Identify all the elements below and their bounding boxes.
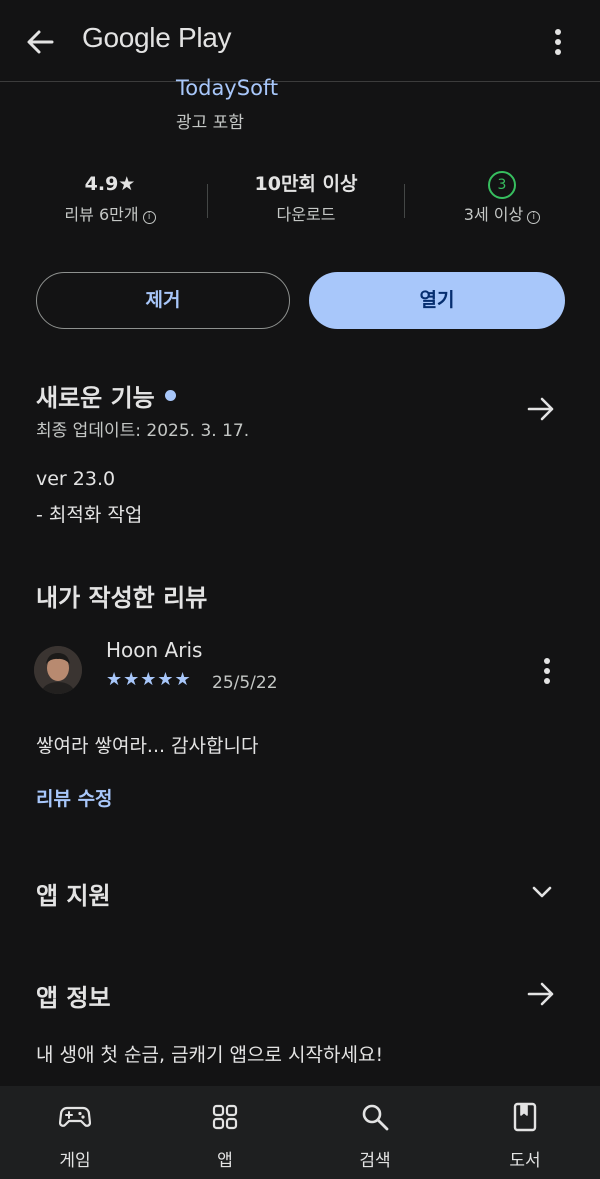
uninstall-button[interactable]: 제거 [36,272,290,329]
app-stats: 4.9★ 리뷰 6만개 i 10만회 이상 다운로드 3 3세 이상 i [0,166,600,236]
app-support-title[interactable]: 앱 지원 [36,876,111,911]
downloads-stat: 10만회 이상 다운로드 [226,166,386,228]
reviews-count-label: 리뷰 6만개 [64,205,139,224]
nav-item-games[interactable]: 게임 [0,1086,150,1179]
arrow-forward-icon[interactable] [524,977,558,1011]
chevron-down-icon[interactable] [526,876,558,908]
edit-review-link[interactable]: 리뷰 수정 [36,784,113,811]
avatar [34,646,82,694]
review-date: 25/5/22 [212,673,278,693]
nav-item-apps[interactable]: 앱 [150,1086,300,1179]
whats-new-section[interactable]: 새로운 기능 [36,378,176,413]
open-button[interactable]: 열기 [309,272,565,329]
back-arrow-icon[interactable] [22,24,58,60]
age-rating-label: 3세 이상 [463,205,524,224]
apps-grid-icon [209,1102,241,1132]
nav-item-books[interactable]: 도서 [450,1086,600,1179]
my-review-title: 내가 작성한 리뷰 [36,584,208,612]
more-vert-icon[interactable] [534,654,560,688]
book-icon [509,1102,541,1132]
nav-label: 게임 [59,1151,91,1171]
info-icon: i [527,211,541,224]
star-rating: ★★★★★ [106,669,192,690]
rating-value: 4.9★ [84,173,136,195]
reviewer-name: Hoon Aris [106,638,203,662]
bottom-navigation: 게임 앱 검색 도서 [0,1086,600,1179]
release-note-line: ver 23.0 [36,468,116,490]
downloads-label: 다운로드 [276,205,336,224]
nav-label: 앱 [217,1151,233,1171]
release-note-line: - 최적화 작업 [36,504,143,526]
last-updated-text: 최종 업데이트: 2025. 3. 17. [36,421,250,441]
developer-link[interactable]: TodaySoft [176,76,278,100]
new-indicator-dot [164,390,176,401]
app-description: 내 생애 첫 순금, 금캐기 앱으로 시작하세요! [36,1044,384,1066]
more-vert-icon[interactable] [542,24,574,60]
age-rating-badge: 3 [488,170,516,199]
arrow-forward-icon[interactable] [524,392,558,426]
rating-stat[interactable]: 4.9★ 리뷰 6만개 i [40,166,180,228]
app-info-title[interactable]: 앱 정보 [36,978,111,1013]
review-text: 쌓여라 쌓여라... 감사합니다 [36,735,259,757]
divider [207,184,208,218]
downloads-value: 10만회 이상 [254,173,358,195]
gamepad-icon [58,1102,92,1132]
info-icon: i [142,211,156,224]
search-icon [359,1102,391,1132]
whats-new-title: 새로운 기능 [36,384,155,412]
nav-item-search[interactable]: 검색 [300,1086,450,1179]
divider [404,184,405,218]
nav-label: 도서 [509,1151,541,1171]
top-app-bar: Google Play [0,0,600,82]
content-rating-stat[interactable]: 3 3세 이상 i [432,166,572,228]
ads-label: 광고 포함 [176,113,244,133]
google-play-logo: Google Play [82,22,232,53]
nav-label: 검색 [359,1151,391,1171]
